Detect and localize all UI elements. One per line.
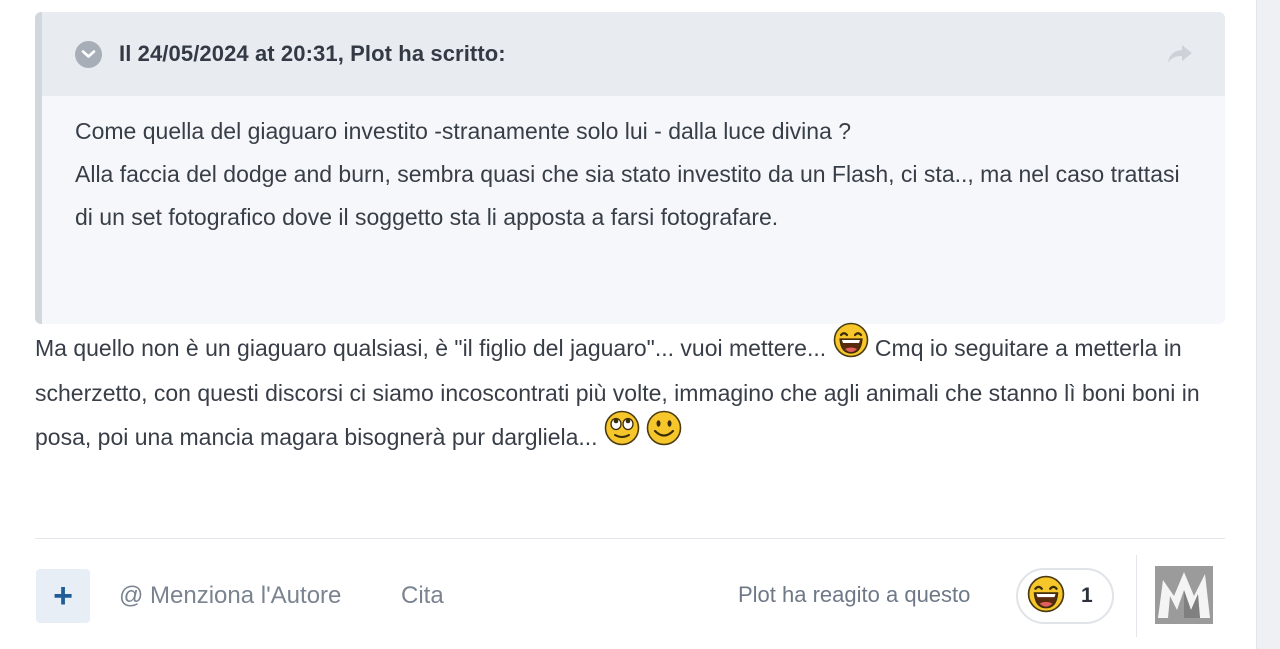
quote-line: Come quella del giaguaro investito -stra… [75,118,852,144]
quote-link[interactable]: Cita [401,582,444,610]
multiquote-add-button[interactable]: + [36,569,90,623]
scrollbar-track[interactable] [1256,0,1280,649]
reaction-count: 1 [1081,584,1093,607]
rolling-eyes-face-icon [604,410,640,461]
quoted-post: Il 24/05/2024 at 20:31, Plot ha scritto:… [35,12,1225,324]
quote-line: Alla faccia del dodge and burn, sembra q… [75,161,1180,230]
mention-author-link[interactable]: @ Menziona l'Autore [119,582,341,610]
quote-body: Come quella del giaguaro investito -stra… [42,96,1225,239]
laughing-face-icon [833,322,869,373]
smiling-face-icon [646,410,682,461]
reaction-divider [1136,555,1137,637]
quote-header: Il 24/05/2024 at 20:31, Plot ha scritto: [42,12,1225,96]
post-content: Ma quello non è un giaguaro qualsiasi, è… [35,322,1235,461]
laughing-face-icon [1027,575,1065,618]
reaction-button[interactable]: 1 [1016,568,1114,624]
collapse-chevron-icon[interactable] [75,40,102,68]
quote-attribution: Il 24/05/2024 at 20:31, Plot ha scritto: [119,41,506,66]
footer-divider [35,538,1225,539]
reaction-summary[interactable]: Plot ha reagito a questo [738,582,970,608]
reactor-avatar[interactable] [1155,566,1213,624]
go-to-quoted-post-icon[interactable] [1165,42,1195,68]
post-text-part: Ma quello non è un giaguaro qualsiasi, è… [35,335,833,361]
